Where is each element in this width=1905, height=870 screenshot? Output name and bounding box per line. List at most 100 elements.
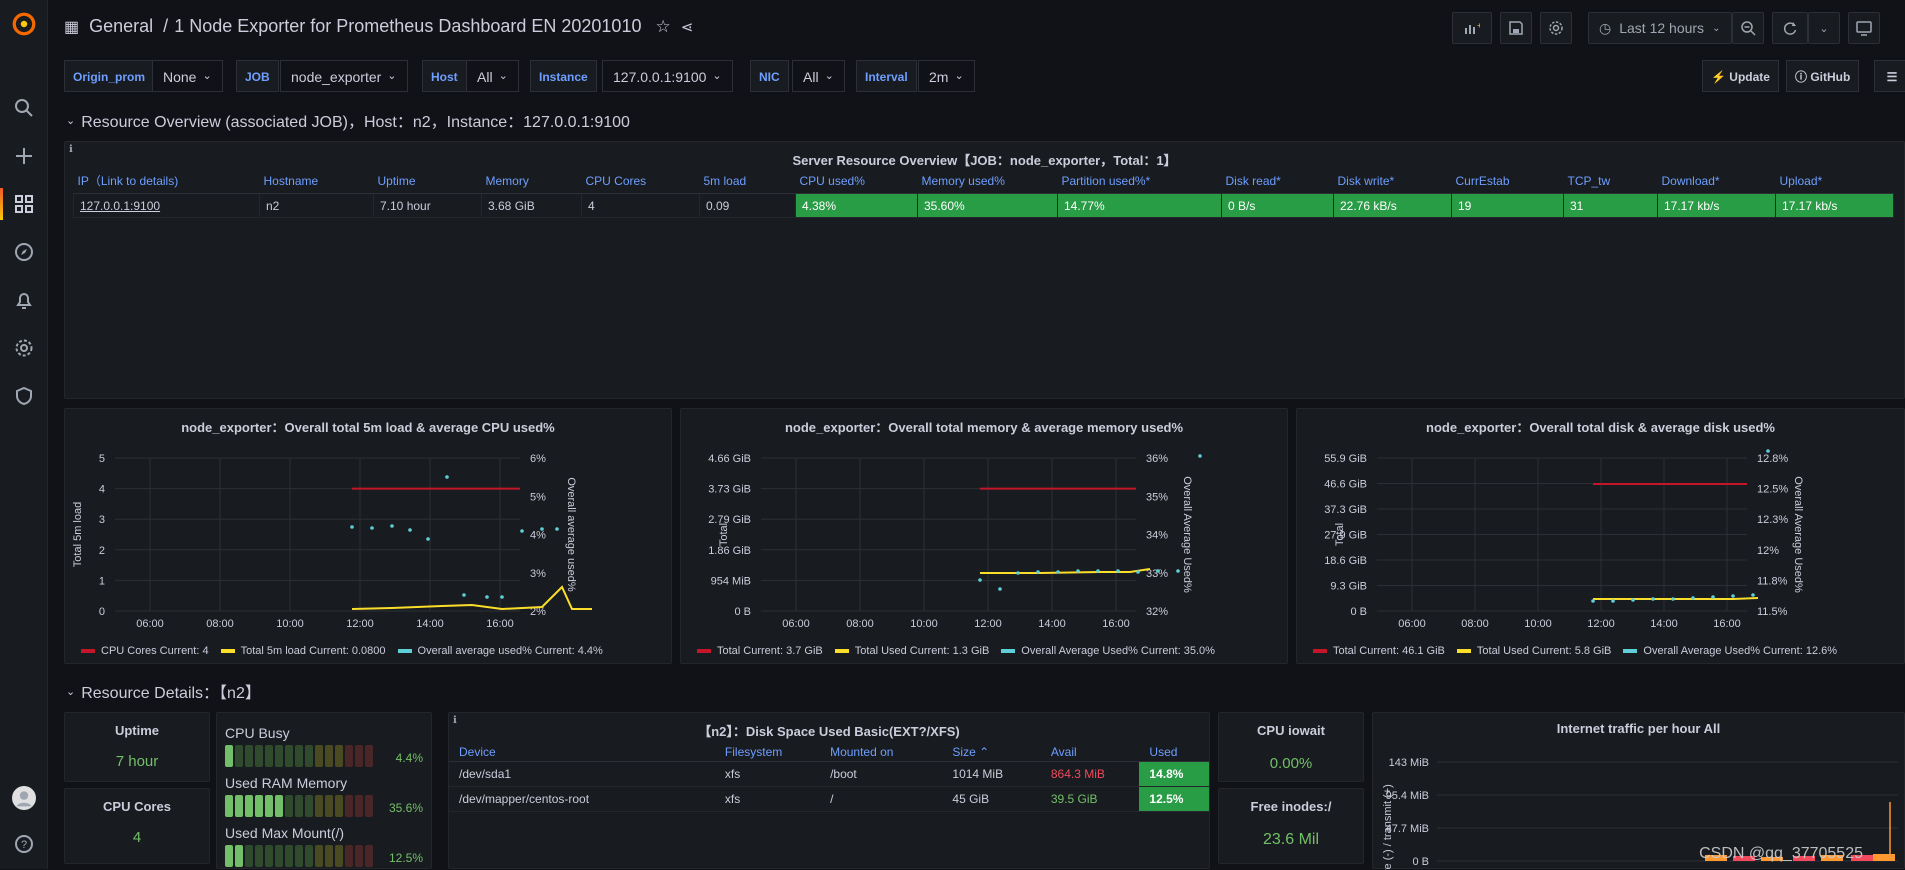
table-cell: 4.38% [796, 194, 918, 218]
gauge-segment [235, 745, 243, 767]
star-icon[interactable]: ☆ [655, 17, 670, 37]
legend-item-1[interactable]: Total Used Current: 1.3 GiB [835, 645, 990, 657]
legend-item-1[interactable]: Total 5m load Current: 0.0800 [221, 645, 386, 657]
x-tick-label: 06:00 [782, 618, 810, 630]
var-select-interval[interactable]: 2m [918, 60, 975, 92]
var-select-nic[interactable]: All [792, 60, 845, 92]
gauge-segment [255, 795, 263, 817]
bell-icon[interactable] [12, 288, 36, 312]
dashboard-title[interactable]: 1 Node Exporter for Prometheus Dashboard… [174, 16, 641, 37]
chart-legend: Total Current: 3.7 GiB Total Used Curren… [697, 645, 1215, 657]
column-header[interactable]: Hostname [260, 168, 374, 194]
plus-icon[interactable] [12, 144, 36, 168]
column-header[interactable]: CurrEstab [1452, 168, 1564, 194]
series-avg-point [1691, 596, 1695, 600]
shield-icon[interactable] [12, 384, 36, 408]
legend-item-1[interactable]: Total Used Current: 5.8 GiB [1457, 645, 1612, 657]
legend-item-0[interactable]: Total Current: 3.7 GiB [697, 645, 823, 657]
table-cell: 14.77% [1058, 194, 1222, 218]
gauge-segment [315, 845, 323, 867]
help-icon[interactable]: ? [12, 832, 36, 856]
menu-icon[interactable]: ☰ [1874, 60, 1905, 92]
column-header[interactable]: Size ⌃ [942, 743, 1040, 761]
legend-item-0[interactable]: Total Current: 46.1 GiB [1313, 645, 1445, 657]
y-tick-label: 0 B [1350, 606, 1367, 618]
grafana-logo-icon[interactable] [10, 10, 38, 38]
gauge-bars-mount [225, 845, 373, 867]
search-icon[interactable] [12, 96, 36, 120]
column-header[interactable]: Disk read* [1222, 168, 1334, 194]
gauge-segment [265, 845, 273, 867]
refresh-interval-chevron-icon[interactable]: ⌄ [1808, 12, 1840, 44]
table-row: /dev/sda1xfs/boot1014 MiB864.3 MiB14.8% [449, 761, 1209, 786]
share-icon[interactable]: ⋖ [681, 18, 694, 36]
column-header[interactable]: Partition used%* [1058, 168, 1222, 194]
legend-item-2[interactable]: Overall average used% Current: 4.4% [398, 645, 603, 657]
tv-mode-icon[interactable] [1848, 12, 1880, 44]
zoom-out-icon[interactable] [1732, 12, 1764, 44]
update-link[interactable]: ⚡ Update [1702, 60, 1779, 92]
save-icon[interactable] [1500, 12, 1532, 44]
breadcrumb-folder[interactable]: General [89, 16, 153, 37]
legend-item-0[interactable]: CPU Cores Current: 4 [81, 645, 209, 657]
y-tick-label: 0 B [1412, 856, 1429, 868]
y2-tick-label: 12.8% [1757, 453, 1788, 465]
y2-tick-label: 32% [1146, 606, 1168, 618]
var-label-job: JOB [236, 60, 279, 92]
column-header[interactable]: Device [449, 743, 715, 761]
x-tick-label: 16:00 [1102, 618, 1130, 630]
gauge-segment [275, 795, 283, 817]
column-header[interactable]: IP（Link to details) [74, 168, 260, 194]
column-header[interactable]: Upload* [1776, 168, 1894, 194]
column-header[interactable]: Uptime [374, 168, 482, 194]
column-header[interactable]: Used [1139, 743, 1209, 761]
var-select-origin-prom[interactable]: None [152, 60, 223, 92]
gauge-segment [315, 795, 323, 817]
watermark: CSDN @qq_37705525 [1699, 845, 1863, 863]
table-cell[interactable]: 127.0.0.1:9100 [74, 194, 260, 218]
legend-item-2[interactable]: Overall Average Used% Current: 35.0% [1001, 645, 1215, 657]
table-cell: /dev/mapper/centos-root [449, 786, 715, 811]
column-header[interactable]: Mounted on [820, 743, 942, 761]
var-select-instance[interactable]: 127.0.0.1:9100 [602, 60, 733, 92]
chart-panel-disk: node_exporter：Overall total disk & avera… [1296, 408, 1905, 664]
column-header[interactable]: 5m load [700, 168, 796, 194]
series-avg-point [445, 475, 449, 479]
add-panel-button[interactable]: + [1452, 12, 1492, 44]
column-header[interactable]: Download* [1658, 168, 1776, 194]
column-header[interactable]: Filesystem [715, 743, 820, 761]
column-header[interactable]: Memory used% [918, 168, 1058, 194]
gear-icon[interactable] [12, 336, 36, 360]
column-header[interactable]: CPU Cores [582, 168, 700, 194]
series-avg-point [1611, 599, 1615, 603]
series-avg-point [1651, 597, 1655, 601]
var-select-host[interactable]: All [466, 60, 519, 92]
series-avg-point [390, 524, 394, 528]
settings-icon[interactable] [1540, 12, 1572, 44]
avatar[interactable] [12, 786, 36, 810]
var-select-job[interactable]: node_exporter [280, 60, 408, 92]
gauge-segment [365, 795, 373, 817]
y2-tick-label: 34% [1146, 530, 1168, 542]
chart-legend: Total Current: 46.1 GiB Total Used Curre… [1313, 645, 1837, 657]
column-header[interactable]: Avail [1041, 743, 1140, 761]
column-header[interactable]: TCP_tw [1564, 168, 1658, 194]
gauge-segment [355, 845, 363, 867]
time-picker-button[interactable]: ◷ Last 12 hours ⌄ [1588, 12, 1732, 44]
x-tick-label: 14:00 [416, 618, 444, 630]
y2-tick-label: 6% [530, 453, 546, 465]
github-link[interactable]: ⓘ GitHub [1786, 60, 1859, 92]
table-cell: 17.17 kb/s [1776, 194, 1894, 218]
series-avg-point [1136, 570, 1140, 574]
refresh-icon[interactable] [1772, 12, 1808, 44]
dashboards-icon[interactable] [12, 192, 36, 216]
column-header[interactable]: CPU used% [796, 168, 918, 194]
compass-icon[interactable] [12, 240, 36, 264]
row-title-resource-overview[interactable]: Resource Overview (associated JOB)，Host：… [66, 108, 630, 132]
series-avg-point [350, 525, 354, 529]
column-header[interactable]: Disk write* [1334, 168, 1452, 194]
legend-item-2[interactable]: Overall Average Used% Current: 12.6% [1623, 645, 1837, 657]
row-title-resource-details[interactable]: Resource Details：【n2】 [66, 679, 261, 703]
breadcrumb-separator: / [163, 16, 168, 37]
column-header[interactable]: Memory [482, 168, 582, 194]
